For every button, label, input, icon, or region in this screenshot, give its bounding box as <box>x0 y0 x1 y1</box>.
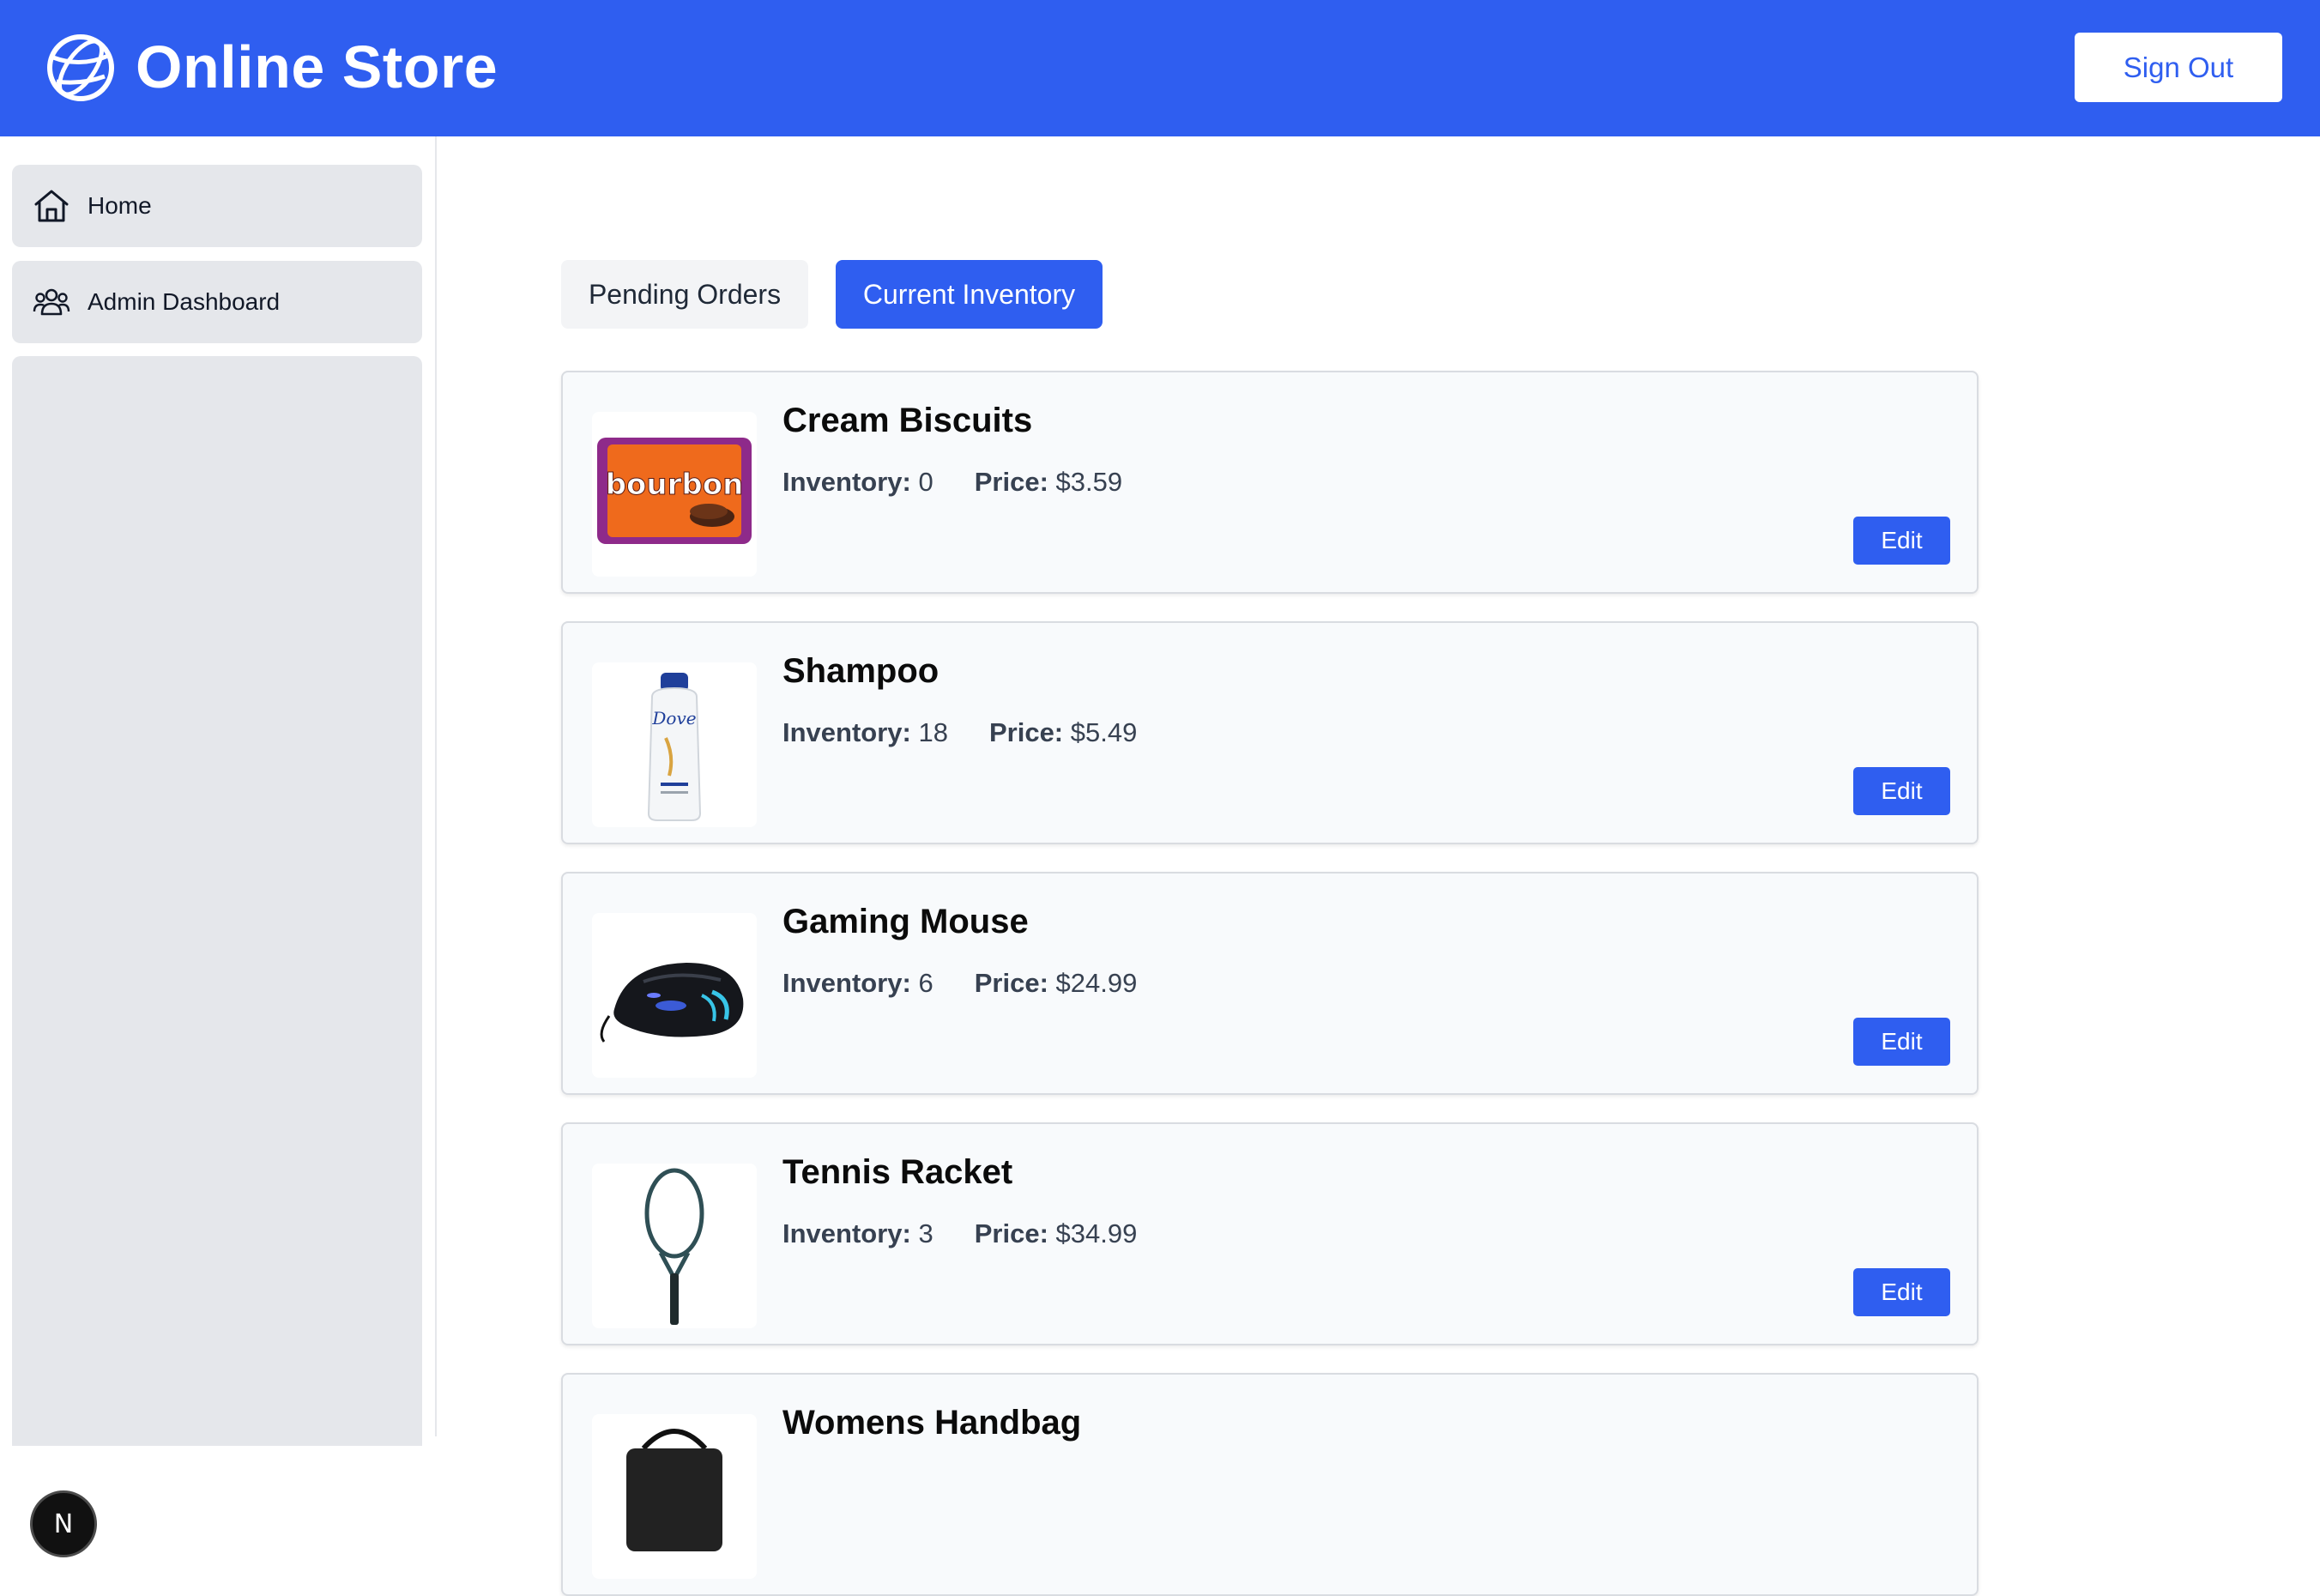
sidebar-panel <box>12 356 422 1446</box>
top-header: Online Store Sign Out <box>0 0 2320 136</box>
inventory-value: 0 <box>918 467 933 497</box>
edit-button[interactable]: Edit <box>1853 1018 1950 1066</box>
price-value: $5.49 <box>1070 717 1138 747</box>
product-meta: Inventory: 6 Price: $24.99 <box>782 968 1178 999</box>
product-card: Dove Shampoo Inventory: 18 Price: $5.49 … <box>561 621 1979 844</box>
tennis-racket-image <box>644 1168 704 1325</box>
price-label: Price: <box>974 968 1048 998</box>
tab-pending-orders[interactable]: Pending Orders <box>561 260 808 329</box>
bottle-brand-text: Dove <box>651 708 696 728</box>
product-name: Womens Handbag <box>782 1404 1082 1442</box>
product-image: Dove <box>592 662 757 827</box>
product-name: Cream Biscuits <box>782 402 1033 439</box>
home-icon <box>34 190 69 222</box>
price-value: $3.59 <box>1055 467 1123 497</box>
tab-current-inventory[interactable]: Current Inventory <box>836 260 1103 329</box>
inventory-label: Inventory: <box>782 467 911 497</box>
product-card: Gaming Mouse Inventory: 6 Price: $24.99 … <box>561 872 1979 1095</box>
product-meta: Inventory: 3 Price: $34.99 <box>782 1218 1178 1249</box>
price-label: Price: <box>974 1218 1048 1248</box>
product-image <box>592 913 757 1078</box>
sign-out-button[interactable]: Sign Out <box>2075 33 2282 102</box>
inventory-label: Inventory: <box>782 717 911 747</box>
product-image <box>592 1164 757 1328</box>
biscuit-pack-image: bourbon <box>597 438 752 544</box>
product-name: Tennis Racket <box>782 1153 1013 1191</box>
inventory-value: 6 <box>918 968 933 998</box>
globe-icon <box>47 34 114 101</box>
product-name: Shampoo <box>782 652 939 690</box>
dev-tools-badge[interactable]: N <box>30 1490 97 1557</box>
sidebar: Home Admin Dashboard N <box>0 136 437 1557</box>
product-image <box>592 1414 757 1579</box>
pack-brand-text: bourbon <box>606 468 744 502</box>
price-label: Price: <box>988 717 1064 747</box>
handbag-image <box>626 1429 722 1551</box>
sidebar-item-label: Home <box>88 192 152 219</box>
price-value: $34.99 <box>1055 1218 1138 1248</box>
product-meta: Inventory: 0 Price: $3.59 <box>782 467 1163 498</box>
sidebar-item-admin-dashboard[interactable]: Admin Dashboard <box>12 261 422 343</box>
edit-button[interactable]: Edit <box>1853 1268 1950 1316</box>
price-label: Price: <box>974 467 1048 497</box>
gaming-mouse-image <box>600 963 744 1043</box>
users-icon <box>33 288 70 316</box>
sidebar-item-home[interactable]: Home <box>12 165 422 247</box>
product-meta: Inventory: 18 Price: $5.49 <box>782 717 1178 748</box>
product-image: bourbon <box>592 412 757 577</box>
edit-button[interactable]: Edit <box>1853 517 1950 565</box>
shampoo-bottle-image: Dove <box>647 673 702 821</box>
inventory-value: 18 <box>918 717 948 747</box>
product-card: Womens Handbag <box>561 1373 1979 1596</box>
price-value: $24.99 <box>1055 968 1138 998</box>
product-card: Tennis Racket Inventory: 3 Price: $34.99… <box>561 1122 1979 1345</box>
edit-button[interactable]: Edit <box>1853 767 1950 815</box>
product-card: bourbon Cream Biscuits Inventory: 0 Pric… <box>561 371 1979 594</box>
inventory-label: Inventory: <box>782 1218 911 1248</box>
sidebar-item-label: Admin Dashboard <box>88 288 281 315</box>
product-name: Gaming Mouse <box>782 903 1029 940</box>
app-title: Online Store <box>136 33 498 100</box>
inventory-label: Inventory: <box>782 968 911 998</box>
inventory-value: 3 <box>918 1218 933 1248</box>
